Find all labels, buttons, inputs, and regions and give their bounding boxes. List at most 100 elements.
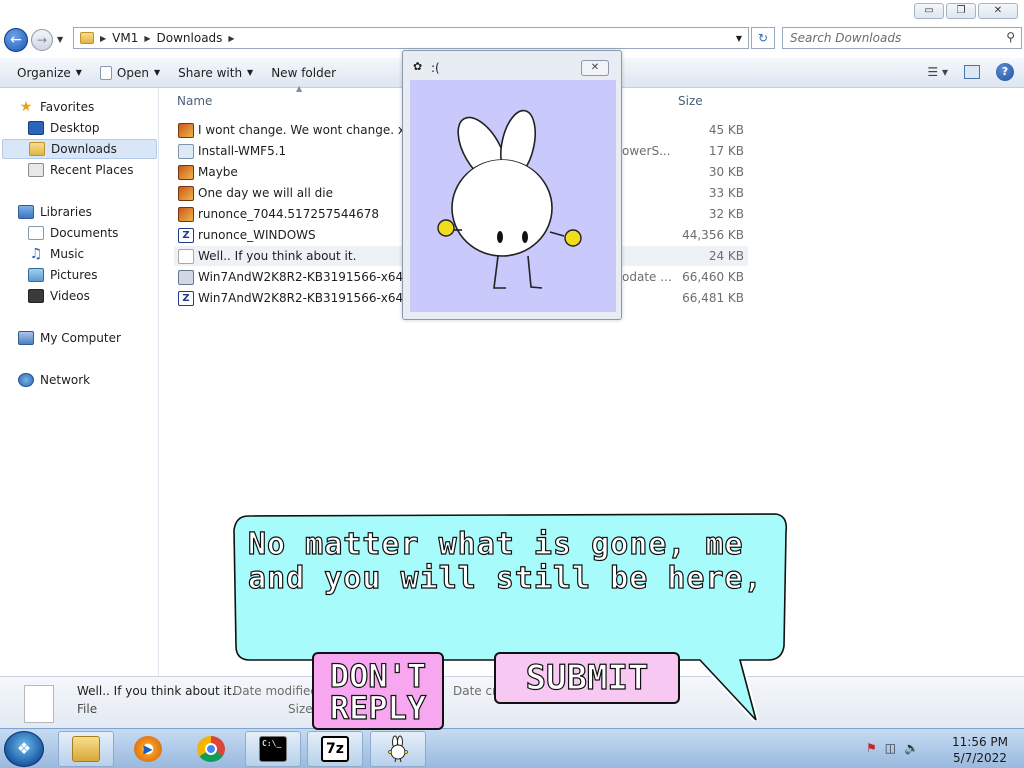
chevron-down-icon: ▼	[75, 68, 82, 77]
7zip-file-icon: Z	[178, 227, 194, 243]
computer-icon	[18, 331, 34, 345]
msu-file-icon	[178, 269, 194, 285]
details-file-name: Well.. If you think about it.	[77, 684, 236, 698]
nav-desktop[interactable]: Desktop	[28, 118, 100, 138]
maximize-button[interactable]: ❐	[946, 3, 976, 19]
preview-pane-icon[interactable]	[964, 65, 980, 79]
file-size: 32 KB	[708, 207, 744, 221]
details-size-label: Size	[288, 702, 313, 716]
minimize-button[interactable]: ▭	[914, 3, 944, 19]
action-center-icon[interactable]: ⚑	[866, 741, 877, 755]
back-button[interactable]: ←	[4, 28, 28, 52]
close-button[interactable]: ✕	[978, 3, 1018, 19]
taskbar-explorer[interactable]	[58, 731, 114, 767]
text-file-icon	[178, 248, 194, 264]
nav-music[interactable]: ♫ Music	[28, 244, 84, 264]
nav-videos[interactable]: Videos	[28, 286, 90, 306]
open-button[interactable]: Open ▼	[91, 65, 169, 80]
breadcrumb-vm1[interactable]: VM1	[112, 31, 138, 45]
share-with-button[interactable]: Share with ▼	[169, 66, 262, 80]
nav-my-computer-label: My Computer	[40, 331, 121, 345]
view-options-icon[interactable]: ☰ ▾	[927, 65, 948, 79]
file-icon	[99, 65, 112, 80]
start-button[interactable]: ❖	[4, 731, 44, 767]
search-icon[interactable]: ⚲	[1006, 30, 1015, 44]
nav-favorites-label: Favorites	[40, 100, 95, 114]
popup-title: :(	[431, 61, 440, 75]
7zip-icon: 7z	[321, 736, 349, 762]
nav-documents[interactable]: Documents	[28, 223, 118, 243]
nav-libraries-label: Libraries	[40, 205, 92, 219]
file-size: 33 KB	[708, 186, 744, 200]
new-folder-button[interactable]: New folder	[262, 66, 345, 80]
navigation-pane: ★ Favorites Desktop Downloads Recent Pla…	[0, 88, 159, 676]
submit-button[interactable]: SUBMIT	[494, 652, 680, 704]
speech-line-2: and you will still be here,	[247, 561, 763, 596]
network-icon	[18, 373, 34, 387]
column-header-name[interactable]: Name	[177, 94, 212, 108]
nav-desktop-label: Desktop	[50, 121, 100, 135]
nav-pictures[interactable]: Pictures	[28, 265, 98, 285]
popup-close-button[interactable]: ✕	[581, 60, 609, 76]
taskbar-command-prompt[interactable]: C:\_	[245, 731, 301, 767]
nav-pictures-label: Pictures	[50, 268, 98, 282]
forward-button[interactable]: →	[31, 29, 53, 51]
clock-time: 11:56 PM	[952, 735, 1008, 749]
folder-icon	[80, 32, 94, 44]
nav-music-label: Music	[50, 247, 85, 261]
bunny-popup-window: ✿ :( ✕	[402, 50, 622, 320]
volume-icon[interactable]: 🔈	[904, 741, 919, 755]
media-file-icon	[178, 122, 194, 138]
nav-libraries[interactable]: Libraries	[18, 202, 92, 222]
nav-documents-label: Documents	[50, 226, 119, 240]
nav-recent-places-label: Recent Places	[50, 163, 134, 177]
details-file-type: File	[77, 702, 98, 716]
nav-favorites[interactable]: ★ Favorites	[18, 97, 95, 117]
organize-label: Organize	[17, 65, 71, 80]
details-date-modified-label: Date modified	[233, 684, 319, 698]
nav-downloads-label: Downloads	[51, 142, 117, 156]
dont-reply-line-1: DON'T	[329, 657, 427, 695]
file-size: 17 KB	[708, 144, 744, 158]
libraries-icon	[18, 205, 34, 219]
network-tray-icon[interactable]: ◫	[885, 741, 896, 755]
chevron-right-icon[interactable]: ▶	[144, 34, 150, 43]
help-icon[interactable]: ?	[996, 63, 1014, 81]
nav-network[interactable]: Network	[18, 370, 90, 390]
search-input[interactable]: Search Downloads ⚲	[782, 27, 1022, 49]
address-bar[interactable]: ▶ VM1 ▶ Downloads ▶ ▼	[73, 27, 749, 49]
nav-recent-places[interactable]: Recent Places	[28, 160, 133, 180]
window-controls: ▭ ❐ ✕	[914, 3, 1018, 19]
taskbar-chrome[interactable]	[183, 731, 239, 767]
taskbar-media-player[interactable]: ▶	[120, 731, 176, 767]
address-dropdown-icon[interactable]: ▼	[736, 34, 742, 43]
chevron-right-icon[interactable]: ▶	[100, 34, 106, 43]
file-size: 30 KB	[708, 165, 744, 179]
file-size: 44,356 KB	[682, 228, 744, 242]
clock[interactable]: 11:56 PM 5/7/2022	[940, 734, 1020, 766]
sort-arrow-icon: ▲	[296, 84, 303, 93]
terminal-icon: C:\_	[259, 736, 287, 762]
file-size: 66,460 KB	[682, 270, 744, 284]
text-file-icon	[24, 685, 54, 723]
chrome-icon	[197, 736, 225, 762]
taskbar-7zip[interactable]: 7z	[307, 731, 363, 767]
nav-downloads[interactable]: Downloads	[2, 139, 157, 159]
star-icon: ★	[19, 99, 33, 115]
dont-reply-button[interactable]: DON'T REPLY	[312, 652, 444, 730]
organize-button[interactable]: Organize ▼	[8, 66, 91, 80]
file-size: 24 KB	[708, 249, 744, 263]
taskbar-bunny-app[interactable]	[370, 731, 426, 767]
chevron-down-icon: ▼	[153, 68, 161, 77]
music-icon: ♫	[29, 246, 43, 262]
nav-my-computer[interactable]: My Computer	[18, 328, 121, 348]
open-label: Open	[116, 65, 149, 80]
breadcrumb-downloads[interactable]: Downloads	[157, 31, 223, 45]
column-header-size[interactable]: Size	[678, 94, 703, 108]
downloads-folder-icon	[29, 142, 45, 156]
recent-pages-dropdown[interactable]: ▼	[57, 35, 63, 44]
system-tray: ⚑ ◫ 🔈	[866, 741, 919, 755]
refresh-button[interactable]: ↻	[751, 27, 775, 49]
chevron-right-icon[interactable]: ▶	[228, 34, 234, 43]
media-file-icon	[178, 164, 194, 180]
